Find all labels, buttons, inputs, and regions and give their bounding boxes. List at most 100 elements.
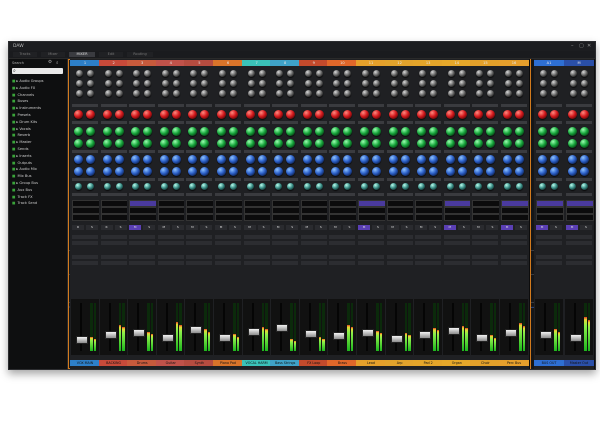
eq-mid-knob[interactable] — [131, 139, 141, 148]
gain-knob[interactable] — [115, 70, 123, 77]
insert-slot[interactable] — [186, 214, 215, 221]
eq-low-knob[interactable] — [550, 167, 559, 176]
eq-mid-knob[interactable] — [286, 127, 296, 136]
gain-knob[interactable] — [333, 70, 341, 77]
insert-slot[interactable] — [386, 200, 415, 207]
solo-button[interactable]: S — [86, 225, 98, 230]
eq-mid-knob[interactable] — [331, 139, 341, 148]
record-button[interactable]: R — [72, 225, 84, 230]
eq-low-knob[interactable] — [229, 167, 238, 176]
eq-mid-knob[interactable] — [274, 127, 284, 136]
volume-fader[interactable] — [133, 328, 146, 337]
eq-low-knob[interactable] — [143, 155, 153, 164]
eq-high-knob[interactable] — [200, 110, 210, 119]
send-knob[interactable] — [516, 183, 523, 190]
send-routing[interactable] — [129, 255, 156, 259]
solo-button[interactable]: S — [550, 225, 562, 230]
eq-mid-knob[interactable] — [86, 127, 95, 136]
eq-mid-knob[interactable] — [200, 127, 210, 136]
gain-knob[interactable] — [362, 80, 369, 87]
record-button[interactable]: M — [186, 225, 199, 230]
maximize-button[interactable]: ▢ — [579, 42, 584, 51]
eq-mid-knob[interactable] — [229, 139, 238, 148]
tree-item[interactable]: ■▸ Inserts — [12, 153, 66, 160]
eq-mid-knob[interactable] — [102, 139, 112, 148]
record-button[interactable]: M — [358, 225, 370, 230]
tab-routing[interactable]: Routing — [127, 52, 153, 57]
insert-slot[interactable] — [243, 200, 272, 207]
output-routing[interactable] — [215, 241, 241, 245]
output-routing[interactable] — [72, 241, 98, 245]
insert-slot[interactable] — [72, 214, 100, 221]
output-routing[interactable] — [129, 241, 156, 245]
gain-knob[interactable] — [419, 80, 427, 87]
output-routing[interactable] — [501, 241, 527, 245]
gain-knob[interactable] — [390, 90, 398, 97]
send-knob[interactable] — [303, 183, 311, 190]
tree-item[interactable]: ■▸ Instruments — [12, 105, 66, 112]
eq-high-knob[interactable] — [102, 110, 112, 119]
insert-slot[interactable] — [386, 207, 415, 214]
eq-high-knob[interactable] — [245, 110, 255, 119]
volume-fader[interactable] — [276, 324, 289, 332]
eq-low-knob[interactable] — [486, 167, 496, 176]
insert-slot[interactable] — [386, 214, 415, 221]
eq-low-knob[interactable] — [245, 167, 255, 176]
insert-slot[interactable] — [300, 214, 329, 221]
eq-low-knob[interactable] — [217, 155, 226, 164]
eq-low-knob[interactable] — [474, 167, 484, 176]
solo-button[interactable]: S — [229, 225, 241, 230]
insert-slot[interactable] — [415, 200, 444, 207]
eq-mid-knob[interactable] — [188, 139, 198, 148]
insert-slot[interactable] — [566, 207, 594, 214]
eq-low-knob[interactable] — [538, 155, 547, 164]
gain-knob[interactable] — [487, 80, 495, 87]
gain-knob[interactable] — [570, 90, 577, 97]
gain-knob[interactable] — [390, 80, 398, 87]
gain-knob[interactable] — [447, 80, 455, 87]
gain-knob[interactable] — [230, 80, 237, 87]
volume-fader[interactable] — [362, 328, 374, 337]
eq-low-knob[interactable] — [372, 167, 381, 176]
volume-fader[interactable] — [540, 331, 552, 340]
gain-knob[interactable] — [201, 80, 209, 87]
eq-low-knob[interactable] — [229, 155, 238, 164]
gain-knob[interactable] — [333, 90, 341, 97]
send-routing[interactable] — [329, 261, 356, 265]
eq-low-knob[interactable] — [200, 155, 210, 164]
insert-slot[interactable] — [443, 200, 472, 207]
send-knob[interactable] — [218, 183, 225, 190]
send-routing[interactable] — [72, 261, 98, 265]
record-button[interactable]: M — [243, 225, 256, 230]
gain-knob[interactable] — [133, 70, 141, 77]
eq-high-knob[interactable] — [503, 110, 512, 119]
insert-slot[interactable] — [157, 214, 186, 221]
solo-button[interactable]: S — [343, 225, 356, 230]
insert-slot[interactable] — [129, 207, 158, 214]
input-routing[interactable] — [72, 235, 98, 239]
eq-mid-knob[interactable] — [274, 139, 284, 148]
output-routing[interactable] — [358, 241, 384, 245]
solo-button[interactable]: S — [314, 225, 327, 230]
eq-mid-knob[interactable] — [143, 139, 153, 148]
send-knob[interactable] — [75, 183, 82, 190]
gain-knob[interactable] — [570, 80, 577, 87]
input-routing[interactable] — [501, 235, 527, 239]
gain-knob[interactable] — [304, 90, 312, 97]
gain-knob[interactable] — [540, 70, 547, 77]
send-routing[interactable] — [243, 261, 270, 265]
eq-low-knob[interactable] — [331, 167, 341, 176]
insert-slot[interactable] — [501, 200, 529, 207]
gain-knob[interactable] — [76, 90, 83, 97]
output-routing[interactable] — [536, 241, 562, 245]
eq-low-knob[interactable] — [171, 155, 181, 164]
gain-knob[interactable] — [287, 70, 295, 77]
eq-low-knob[interactable] — [131, 155, 141, 164]
gain-knob[interactable] — [104, 90, 112, 97]
eq-high-knob[interactable] — [143, 110, 153, 119]
solo-button[interactable]: S — [200, 225, 213, 230]
gain-knob[interactable] — [430, 70, 438, 77]
send-routing[interactable] — [566, 261, 592, 265]
send-knob[interactable] — [487, 183, 495, 190]
send-routing[interactable] — [501, 255, 527, 259]
